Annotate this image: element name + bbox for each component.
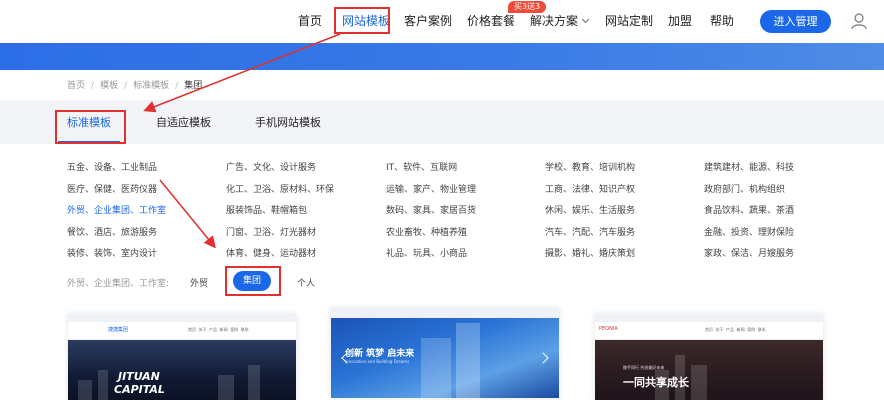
category-link[interactable]: 门窗、卫浴、灯光器材	[226, 225, 316, 238]
tab-mobile[interactable]: 手机网站模板	[255, 114, 321, 130]
card-browser-bar	[595, 314, 823, 322]
sub-filter-label: 外贸、企业集团、工作室:	[67, 279, 170, 289]
card-header	[68, 322, 296, 340]
category-link[interactable]: 政府部门、机构组织	[704, 182, 785, 195]
category-link[interactable]: 装修、装饰、室内设计	[67, 246, 157, 259]
category-link[interactable]: 汽车、汽配、汽车服务	[545, 225, 635, 238]
annotation-box-subfilter	[225, 266, 281, 296]
category-link[interactable]: 工商、法律、知识产权	[545, 182, 635, 195]
category-link[interactable]: 食品饮料、蔬果、茶酒	[704, 203, 794, 216]
nav-help[interactable]: 帮助	[710, 13, 734, 29]
template-card[interactable]: 捷捷集团 首页 关于 产品 新闻 案例 联系 JITUAN CAPITAL	[68, 314, 296, 400]
category-link[interactable]: 休闲、娱乐、生活服务	[545, 203, 635, 216]
nav-franchise[interactable]: 加盟	[668, 13, 692, 29]
category-link[interactable]: 建筑建材、能源、科技	[704, 160, 794, 173]
category-link[interactable]: 五金、设备、工业制品	[67, 160, 157, 173]
card-headline-2: CAPITAL	[114, 383, 165, 396]
sub-filter-personal[interactable]: 个人	[297, 276, 315, 289]
hero-banner	[0, 43, 884, 70]
nav-solutions-label: 解决方案	[530, 14, 579, 28]
card-headline: 一同共享成长	[623, 376, 689, 389]
card-menu: 首页 关于 产品 新闻 案例 联系	[705, 327, 766, 332]
promo-badge: 买3送3	[508, 1, 546, 13]
card-browser-bar	[68, 314, 296, 322]
enter-admin-button[interactable]: 进入管理	[760, 10, 831, 33]
card-browser-bar	[331, 308, 559, 318]
template-tabs	[0, 100, 884, 144]
breadcrumb-standard[interactable]: 标准模板	[133, 81, 169, 91]
category-link-active[interactable]: 外贸、企业集团、工作室	[67, 203, 166, 216]
card-logo: PEONIA	[599, 326, 618, 332]
card-logo: 捷捷集团	[108, 327, 129, 333]
top-nav: 首页 网站模板 客户案例 价格套餐 买3送3 解决方案 网站定制 加盟 帮助 进…	[0, 0, 884, 43]
category-link[interactable]: 农业畜牧、种植养殖	[386, 225, 467, 238]
category-link[interactable]: 医疗、保健、医药仪器	[67, 182, 157, 195]
card-headline: JITUAN	[118, 370, 160, 383]
nav-pricing[interactable]: 价格套餐	[467, 13, 515, 29]
arrow-to-subfilter	[159, 179, 216, 249]
category-link[interactable]: 运输、家产、物业管理	[386, 182, 476, 195]
breadcrumb-current: 集团	[184, 81, 203, 91]
nav-cases[interactable]: 客户案例	[404, 13, 452, 29]
category-link[interactable]: 化工、卫浴、原材料、环保	[226, 182, 334, 195]
nav-solutions[interactable]: 解决方案	[530, 13, 590, 29]
template-card[interactable]: 创新 筑梦 启未来 Innovation and Building Dreams	[331, 308, 559, 398]
card-headline: 创新 筑梦 启未来	[345, 349, 415, 359]
annotation-box-nav	[334, 7, 390, 34]
breadcrumb: 首页 / 模板 / 标准模板 / 集团	[67, 81, 203, 91]
chevron-down-icon	[581, 15, 590, 24]
category-link[interactable]: 学校、教育、培训机构	[545, 160, 635, 173]
annotation-box-tab	[55, 110, 126, 144]
category-link[interactable]: 餐饮、酒店、旅游服务	[67, 225, 157, 238]
nav-home[interactable]: 首页	[298, 13, 322, 29]
category-link[interactable]: 服装饰品、鞋帽箱包	[226, 203, 307, 216]
category-link[interactable]: 金融、投资、理财保险	[704, 225, 794, 238]
tab-responsive[interactable]: 自适应模板	[156, 114, 211, 130]
sub-filter-foreign-trade[interactable]: 外贸	[190, 276, 208, 289]
category-link[interactable]: 礼品、玩具、小商品	[386, 246, 467, 259]
card-subline: 携手同行 共创美好未来	[623, 365, 665, 370]
category-link[interactable]: 家政、保洁、月嫂服务	[704, 246, 794, 259]
card-menu: 首页 关于 产品 新闻 案例 联系	[188, 327, 249, 332]
category-link[interactable]: 广告、文化、设计服务	[226, 160, 316, 173]
nav-custom[interactable]: 网站定制	[605, 13, 653, 29]
category-link[interactable]: IT、软件、互联网	[386, 160, 457, 173]
category-link[interactable]: 数码、家具、家居百货	[386, 203, 476, 216]
breadcrumb-templates[interactable]: 模板	[100, 81, 118, 91]
category-link[interactable]: 体育、健身、运动器材	[226, 246, 316, 259]
card-preview-image	[68, 340, 296, 400]
template-card[interactable]: PEONIA 首页 关于 产品 新闻 案例 联系 携手同行 共创美好未来 一同共…	[595, 314, 823, 400]
category-link[interactable]: 摄影、婚礼、婚庆策划	[545, 246, 635, 259]
card-subline: Innovation and Building Dreams	[345, 359, 410, 364]
breadcrumb-home[interactable]: 首页	[67, 81, 85, 91]
user-icon[interactable]	[850, 12, 868, 30]
